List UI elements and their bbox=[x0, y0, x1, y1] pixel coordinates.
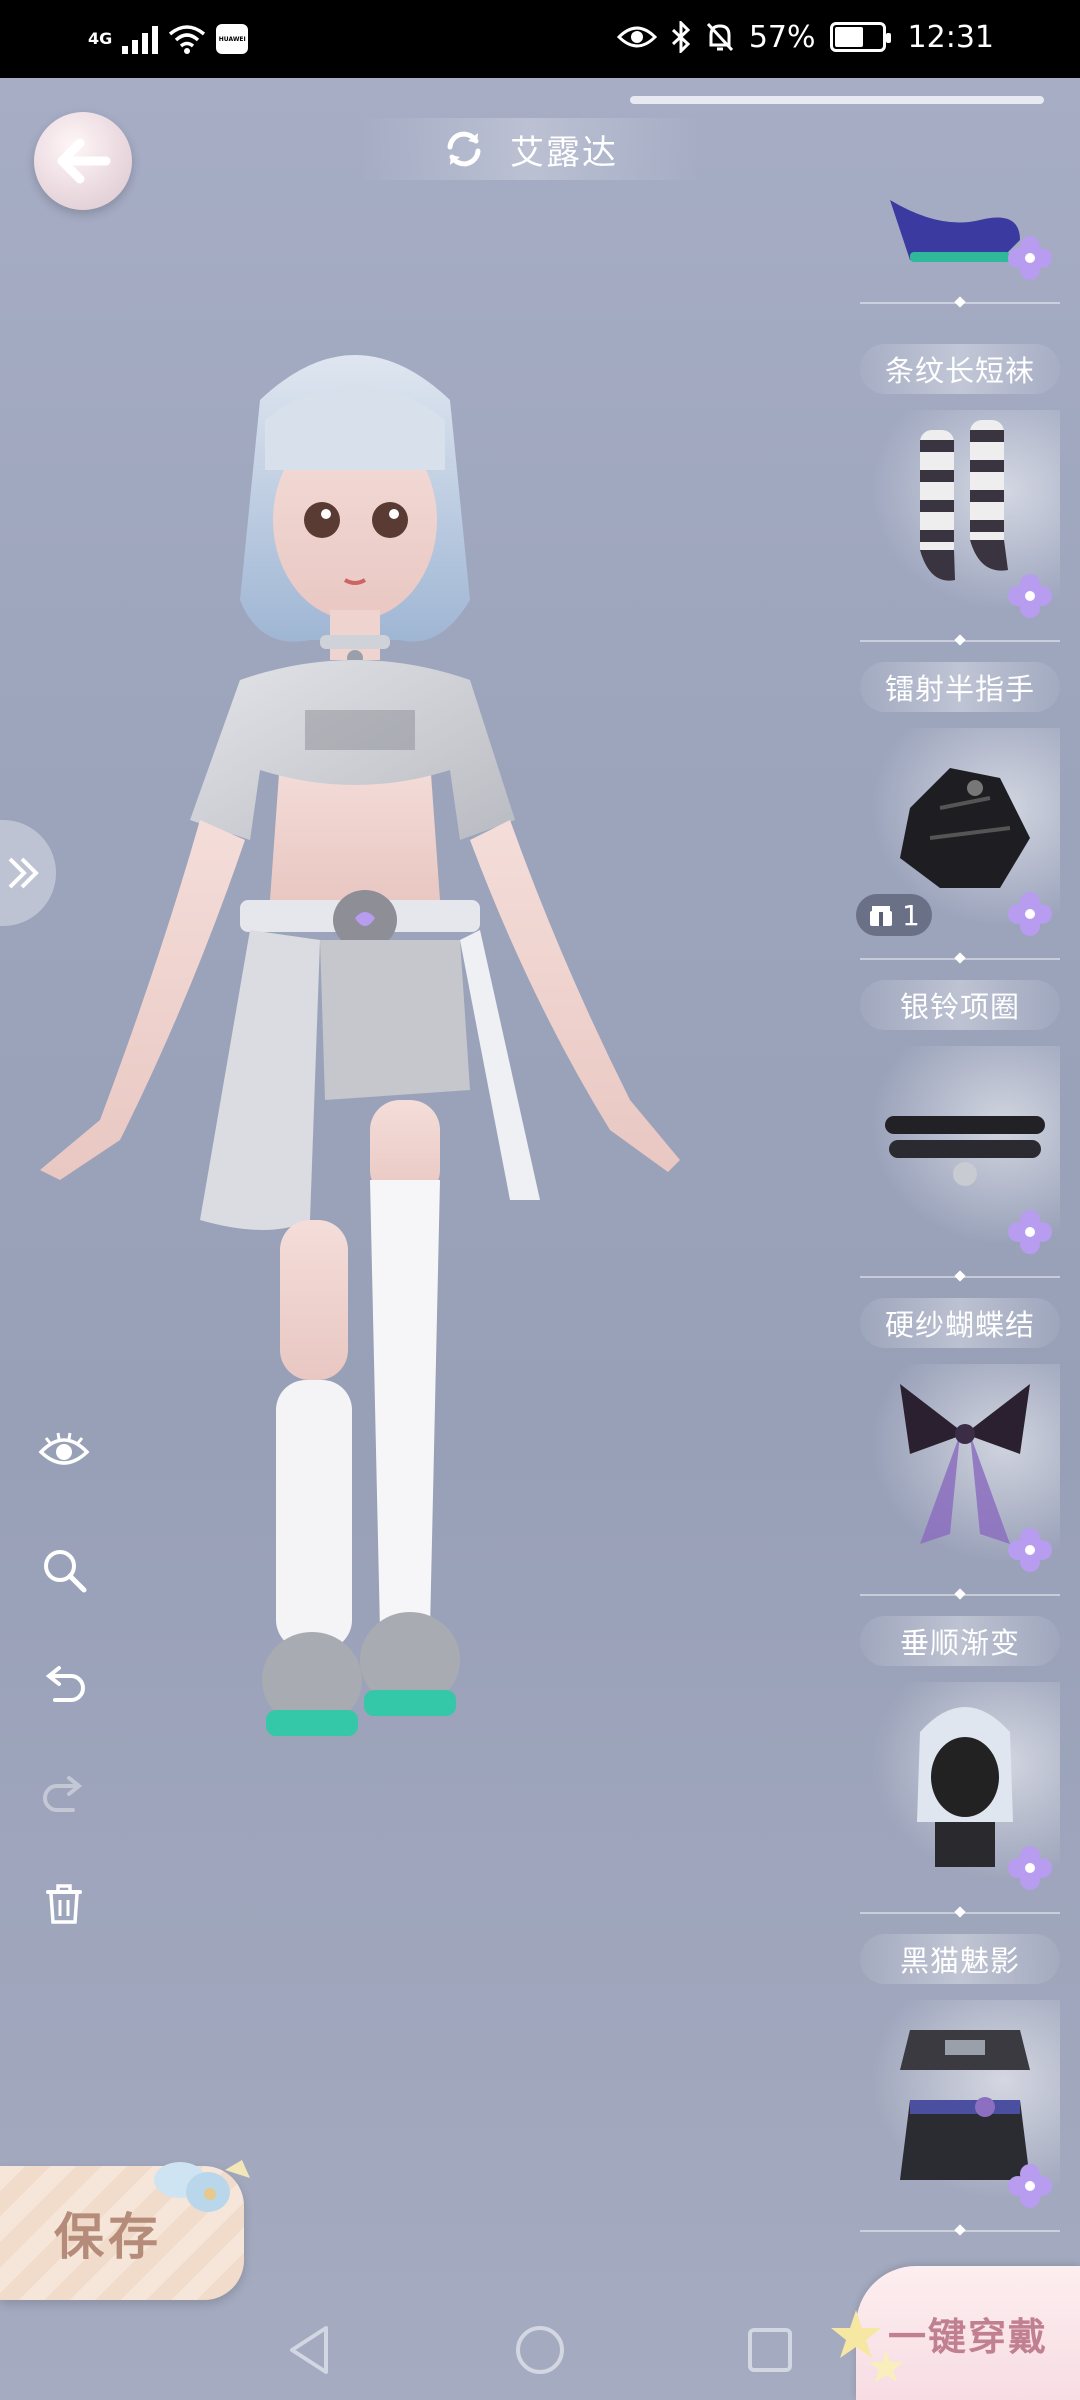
stock-count: 1 bbox=[902, 898, 920, 932]
trash-icon bbox=[46, 1884, 82, 1924]
gift-box-icon bbox=[870, 906, 892, 926]
clover-icon bbox=[1008, 1210, 1052, 1254]
fingerless-gloves-icon bbox=[900, 768, 1030, 888]
save-decoration-icon bbox=[154, 2160, 250, 2212]
item-card-shoes-partial[interactable] bbox=[850, 190, 1080, 310]
delete-button[interactable] bbox=[34, 1874, 94, 1934]
character-name-bar[interactable]: 艾露达 bbox=[360, 118, 700, 180]
item-separator bbox=[860, 1912, 1060, 1914]
item-separator bbox=[860, 640, 1060, 642]
redo-icon bbox=[43, 1776, 83, 1812]
huawei-badge-icon: HUAWEI bbox=[216, 24, 249, 54]
clock: 12:31 bbox=[907, 19, 994, 55]
status-bar: 4G HUAWEI 57% 12:31 bbox=[0, 0, 1080, 78]
save-label: 保存 bbox=[54, 2207, 162, 2266]
zoom-button[interactable] bbox=[34, 1540, 94, 1600]
star-decoration-icon bbox=[831, 2310, 903, 2382]
status-right: 57% 12:31 bbox=[616, 12, 994, 62]
clover-icon bbox=[1008, 1528, 1052, 1572]
mute-bell-icon bbox=[706, 22, 733, 52]
item-label: 银铃项圈 bbox=[860, 980, 1060, 1030]
item-card[interactable]: 条纹长短袜 bbox=[850, 330, 1080, 648]
redo-button[interactable] bbox=[34, 1765, 94, 1825]
stock-badge: 1 bbox=[856, 894, 932, 936]
bell-choker-icon bbox=[885, 1116, 1045, 1186]
zoom-icon bbox=[44, 1550, 87, 1593]
battery-fill bbox=[834, 27, 864, 47]
toggle-visibility-button[interactable] bbox=[34, 1420, 94, 1480]
bluetooth-icon bbox=[671, 21, 691, 53]
nav-home-icon[interactable] bbox=[510, 2320, 570, 2380]
back-arrow-icon bbox=[57, 138, 111, 184]
clover-icon bbox=[1008, 574, 1052, 618]
clover-icon bbox=[1008, 236, 1052, 280]
item-label: 黑猫魅影 bbox=[860, 1934, 1060, 1984]
item-card[interactable]: 镭射半指手 1 bbox=[850, 648, 1080, 966]
character-name: 艾露达 bbox=[510, 132, 618, 173]
item-separator bbox=[860, 1276, 1060, 1278]
undo-icon bbox=[45, 1666, 85, 1702]
switch-character-icon[interactable] bbox=[442, 127, 486, 171]
item-label: 条纹长短袜 bbox=[860, 344, 1060, 394]
scroll-indicator bbox=[630, 96, 1044, 104]
eye-comfort-icon bbox=[616, 26, 657, 48]
status-left: 4G HUAWEI bbox=[88, 16, 249, 62]
double-chevron-right-icon bbox=[8, 857, 39, 889]
item-label: 镭射半指手 bbox=[860, 662, 1060, 712]
item-separator bbox=[860, 302, 1060, 304]
undo-button[interactable] bbox=[34, 1655, 94, 1715]
wifi-icon bbox=[169, 25, 206, 54]
item-separator bbox=[860, 2230, 1060, 2232]
clover-icon bbox=[1008, 1846, 1052, 1890]
character-model[interactable] bbox=[40, 340, 840, 2200]
back-button[interactable] bbox=[34, 112, 132, 210]
item-card[interactable]: 黑猫魅影 bbox=[850, 1920, 1080, 2238]
item-label: 垂顺渐变 bbox=[860, 1616, 1060, 1666]
battery-icon bbox=[829, 22, 891, 52]
clover-icon bbox=[1008, 2164, 1052, 2208]
nav-back-icon[interactable] bbox=[280, 2320, 340, 2380]
eye-icon bbox=[38, 1432, 90, 1465]
nav-recents-icon[interactable] bbox=[740, 2320, 800, 2380]
item-label: 硬纱蝴蝶结 bbox=[860, 1298, 1060, 1348]
item-card[interactable]: 银铃项圈 bbox=[850, 966, 1080, 1284]
item-card[interactable]: 垂顺渐变 bbox=[850, 1602, 1080, 1920]
signal-icon bbox=[122, 24, 159, 54]
item-card[interactable]: 硬纱蝴蝶结 bbox=[850, 1284, 1080, 1602]
outfit-item-list[interactable]: 条纹长短袜 镭射半指手 1 银铃项圈 硬纱蝴蝶结 垂顺渐变 黑猫魅影 bbox=[850, 200, 1080, 2250]
item-separator bbox=[860, 1594, 1060, 1596]
item-separator bbox=[860, 958, 1060, 960]
battery-percent: 57% bbox=[748, 19, 816, 55]
clover-icon bbox=[1008, 892, 1052, 936]
network-type-label: 4G bbox=[88, 29, 113, 48]
